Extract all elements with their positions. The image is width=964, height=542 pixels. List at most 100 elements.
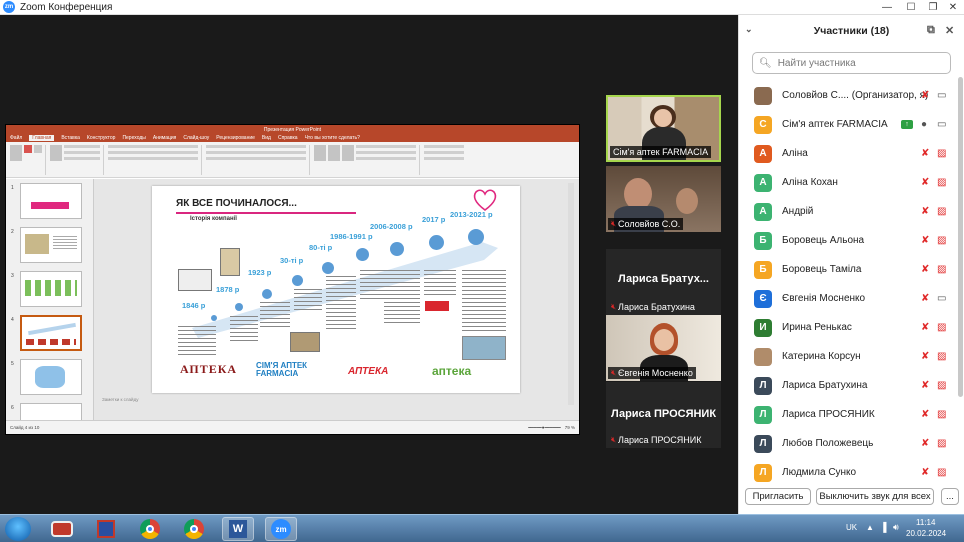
close-panel-icon[interactable]: ✕ (945, 24, 954, 37)
shapes-icon[interactable] (314, 145, 326, 161)
ppt-tab[interactable]: Вставка (61, 135, 80, 141)
media-player-icon[interactable] (46, 517, 78, 541)
more-options-button[interactable]: ... (941, 487, 959, 505)
clock-date[interactable]: 20.02.2024 (906, 529, 946, 538)
paragraph-controls[interactable] (206, 145, 306, 160)
minimize-icon[interactable]: — (876, 0, 898, 15)
save-disk-icon[interactable] (90, 517, 122, 541)
slide-thumb[interactable] (20, 403, 82, 421)
mic-muted-icon[interactable]: ✘ (921, 148, 929, 159)
camera-off-icon[interactable]: ▨ (937, 409, 946, 420)
invite-button[interactable]: Пригласить (745, 487, 811, 505)
participant-row[interactable]: Соловйов С.... (Организатор, я) ✘ ▭ (739, 81, 964, 110)
participant-row[interactable]: Л Любов Положевець ✘ ▨ (739, 429, 964, 458)
camera-off-icon[interactable]: ▨ (937, 206, 946, 217)
ppt-tab-search[interactable]: Что вы хотите сделать? (305, 135, 360, 141)
ppt-tab[interactable]: Слайд-шоу (183, 135, 209, 141)
camera-off-icon[interactable]: ▨ (937, 148, 946, 159)
video-tile-prosyanyk[interactable]: Лариса ПРОСЯНИК 🔇︎ Лариса ПРОСЯНИК (606, 382, 721, 448)
volume-icon[interactable]: 🔊︎ (893, 522, 899, 533)
camera-off-icon[interactable]: ▨ (937, 177, 946, 188)
paste-icon[interactable] (10, 145, 22, 161)
notes-placeholder[interactable]: Заметки к слайду (102, 397, 138, 402)
ppt-tab[interactable]: Вид (262, 135, 271, 141)
zoom-level[interactable]: 79 % (565, 425, 575, 430)
camera-icon[interactable]: ▭ (937, 293, 946, 304)
participant-row[interactable]: А Андрій ✘ ▨ (739, 197, 964, 226)
network-icon[interactable]: ▐ (880, 522, 886, 532)
start-button[interactable] (5, 517, 31, 541)
word-icon[interactable]: W (222, 517, 254, 541)
participant-row[interactable]: Л Лариса ПРОСЯНИК ✘ ▨ (739, 400, 964, 429)
camera-off-icon[interactable]: ▨ (937, 467, 946, 478)
ppt-tab[interactable]: Анимация (153, 135, 176, 141)
slide-thumb[interactable] (20, 183, 82, 219)
mic-muted-icon[interactable]: ✘ (921, 264, 929, 275)
participant-row[interactable]: Катерина Корсун ✘ ▨ (739, 342, 964, 371)
camera-icon[interactable]: ▭ (937, 119, 946, 130)
ppt-tab[interactable]: Переходы (122, 135, 145, 141)
maximize-icon[interactable]: ☐ (900, 0, 922, 15)
mic-icon[interactable]: ● (921, 119, 927, 130)
participant-row[interactable]: А Аліна ✘ ▨ (739, 139, 964, 168)
arrange-icon[interactable] (328, 145, 340, 161)
mic-muted-icon[interactable]: ✘ (921, 409, 929, 420)
mic-muted-icon[interactable]: ✘ (921, 206, 929, 217)
camera-off-icon[interactable]: ▨ (937, 380, 946, 391)
video-tile-bratukhina[interactable]: Лариса Братух... 🔇︎ Лариса Братухина (606, 249, 721, 315)
slide-options[interactable] (64, 145, 100, 160)
slide-canvas[interactable]: ЯК ВСЕ ПОЧИНАЛОСЯ... Історія компанії 18… (152, 186, 520, 393)
font-controls[interactable] (108, 145, 198, 160)
video-tile-solovyov[interactable]: 🔇︎ Соловйов С.О. (606, 166, 721, 232)
ppt-tab[interactable]: Файл (10, 135, 22, 141)
slide-thumb[interactable] (20, 227, 82, 263)
search-input[interactable]: Найти участника (778, 58, 856, 69)
camera-off-icon[interactable]: ▨ (937, 235, 946, 246)
participant-row[interactable]: Б Боровець Альона ✘ ▨ (739, 226, 964, 255)
mic-muted-icon[interactable]: ✘ (921, 235, 929, 246)
keyboard-language[interactable]: UK (846, 523, 857, 532)
popout-icon[interactable]: ⧉ (927, 24, 935, 37)
tray-arrow-icon[interactable]: ▲ (866, 523, 874, 532)
participants-list[interactable]: Соловйов С.... (Организатор, я) ✘ ▭ С Сім'я … (739, 81, 964, 483)
mic-muted-icon[interactable]: ✘ (921, 438, 929, 449)
slide-thumb-selected[interactable] (20, 315, 82, 351)
video-tile-farmacia[interactable]: Сім'я аптек FARMACIA (606, 95, 721, 162)
mic-muted-icon[interactable]: ✘ (921, 177, 929, 188)
camera-off-icon[interactable]: ▨ (937, 322, 946, 333)
participant-row[interactable]: Б Боровець Таміла ✘ ▨ (739, 255, 964, 284)
slide-thumb[interactable] (20, 271, 82, 307)
mic-muted-icon[interactable]: ✘ (921, 351, 929, 362)
chrome-icon[interactable] (178, 517, 210, 541)
chrome-icon[interactable] (134, 517, 166, 541)
cut-icon[interactable] (24, 145, 32, 153)
slide-scrollbar[interactable] (568, 183, 574, 405)
editing-controls[interactable] (424, 145, 464, 160)
participant-row[interactable]: С Сім'я аптек FARMACIA ● ▭ ↑ (739, 110, 964, 139)
zoom-app-icon[interactable]: zm (265, 517, 297, 541)
restore-icon[interactable]: ❐ (922, 0, 944, 15)
camera-off-icon[interactable]: ▨ (937, 438, 946, 449)
mic-muted-icon[interactable]: ✘ (921, 293, 929, 304)
shared-screen[interactable]: Презентация PowerPoint Файл Главная Вста… (5, 124, 580, 435)
close-icon[interactable]: ✕ (942, 0, 964, 15)
mic-muted-icon[interactable]: ✘ (921, 380, 929, 391)
new-slide-icon[interactable] (50, 145, 62, 161)
ppt-tab[interactable]: Конструктор (87, 135, 116, 141)
camera-off-icon[interactable]: ▨ (937, 351, 946, 362)
video-tile-mosnenko[interactable]: 🔇︎ Євгенія Мосненко (606, 315, 721, 381)
zoom-slider-track[interactable]: ━━━━━●━━━━━━ (528, 425, 561, 431)
mic-muted-icon[interactable]: ✘ (921, 467, 929, 478)
ppt-tab-active[interactable]: Главная (29, 135, 55, 141)
participant-row[interactable]: А Аліна Кохан ✘ ▨ (739, 168, 964, 197)
participant-row[interactable]: И Ирина Ренькас ✘ ▨ (739, 313, 964, 342)
mute-all-button[interactable]: Выключить звук для всех (816, 487, 934, 505)
quick-styles-icon[interactable] (342, 145, 354, 161)
participant-row[interactable]: Л Людмила Сунко ✘ ▨ (739, 458, 964, 483)
clock-time[interactable]: 11:14 (916, 518, 935, 527)
participant-row[interactable]: Є Євгенія Мосненко ✘ ▭ (739, 284, 964, 313)
mic-muted-icon[interactable]: ✘ (921, 90, 929, 101)
mic-muted-icon[interactable]: ✘ (921, 322, 929, 333)
slide-thumbnails[interactable]: 1 2 3 4 5 6 (6, 179, 94, 422)
participant-search[interactable]: 🔍︎ Найти участника (752, 52, 951, 74)
